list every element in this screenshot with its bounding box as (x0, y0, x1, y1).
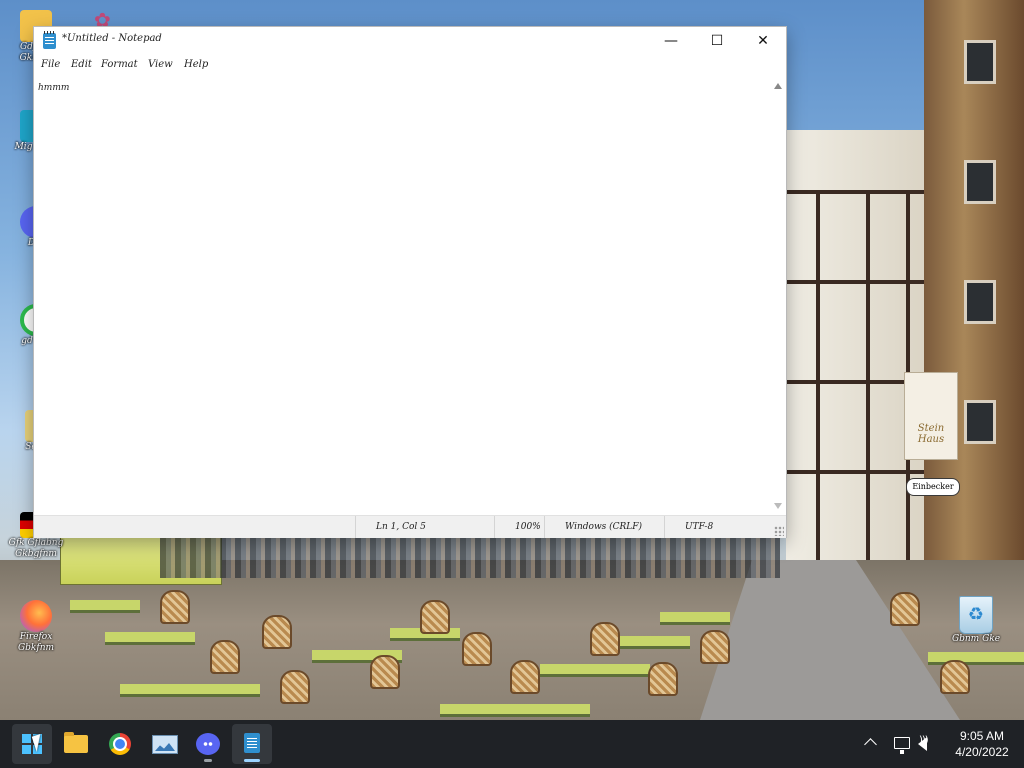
cafe-table (540, 664, 650, 677)
cafe-chair (370, 655, 400, 689)
menu-help[interactable]: Help (184, 59, 208, 70)
menu-edit[interactable]: Edit (71, 59, 92, 70)
taskbar-discord[interactable] (188, 724, 228, 764)
vertical-scrollbar[interactable] (770, 77, 786, 515)
cafe-chair (700, 630, 730, 664)
cafe-table (928, 652, 1024, 665)
cafe-chair (462, 632, 492, 666)
shop-banner: Stein Haus (904, 372, 958, 460)
chrome-icon (109, 733, 131, 755)
cafe-chair (262, 615, 292, 649)
taskbar-photos[interactable] (144, 724, 184, 764)
recycle-bin-icon: ♻ (959, 596, 993, 634)
lotus-icon: ✿ (94, 8, 111, 32)
menu-view[interactable]: View (148, 59, 173, 70)
cafe-table (440, 704, 590, 717)
menu-file[interactable]: File (41, 59, 60, 70)
cafe-chair (280, 670, 310, 704)
banner-text: Stein Haus (917, 423, 945, 445)
firefox-icon (20, 600, 52, 632)
cafe-chair (940, 660, 970, 694)
start-button[interactable] (12, 724, 52, 764)
status-encoding: UTF-8 (664, 516, 785, 538)
cafe-chair (590, 622, 620, 656)
window-title: *Untitled - Notepad (62, 33, 162, 44)
file-explorer-icon (64, 732, 88, 753)
desktop-icon-label: Gfk Gflabng Gkbgfnm (8, 538, 64, 559)
cafe-table (120, 684, 260, 697)
network-icon[interactable] (894, 737, 910, 754)
menu-bar: File Edit Format View Help (34, 55, 786, 77)
title-bar[interactable]: *Untitled - Notepad — ☐ ✕ (34, 27, 786, 55)
maximize-button[interactable]: ☐ (694, 27, 740, 55)
cafe-chair (210, 640, 240, 674)
volume-icon[interactable] (918, 735, 928, 751)
cafe-table (70, 600, 140, 613)
scroll-up-icon[interactable] (774, 83, 782, 89)
cafe-table (660, 612, 730, 625)
menu-format[interactable]: Format (101, 59, 138, 70)
show-hidden-icons-chevron-icon[interactable] (864, 738, 877, 751)
close-button[interactable]: ✕ (740, 27, 786, 55)
desktop-icon-firefox[interactable]: Firefox Gbkfnm (6, 600, 66, 654)
wallpaper-building (786, 130, 936, 570)
recycle-bin-label: Gbnm Gke (951, 634, 1001, 644)
cafe-chair (648, 662, 678, 696)
desktop-icon-recycle-bin[interactable]: ♻ Gbnm Gke (944, 596, 1008, 644)
clock[interactable]: 9:05 AM 4/20/2022 (944, 728, 1020, 760)
taskbar-notepad[interactable] (232, 724, 272, 764)
cafe-table (105, 632, 195, 645)
scroll-down-icon[interactable] (774, 503, 782, 509)
status-position: Ln 1, Col 5 (355, 516, 495, 538)
status-bar: Ln 1, Col 5 100% Windows (CRLF) UTF-8 (34, 515, 786, 538)
taskbar-chrome[interactable] (100, 724, 140, 764)
discord-icon (196, 733, 220, 755)
status-zoom: 100% (494, 516, 545, 538)
notepad-icon (244, 733, 260, 753)
cafe-chair (510, 660, 540, 694)
cafe-chair (890, 592, 920, 626)
wallpaper-crowd (160, 538, 780, 578)
status-line-ending: Windows (CRLF) (544, 516, 665, 538)
cafe-chair (160, 590, 190, 624)
editor-content[interactable]: hmmm (38, 83, 69, 93)
cafe-chair (420, 600, 450, 634)
minimize-button[interactable]: — (648, 27, 694, 55)
taskbar: 9:05 AM 4/20/2022 (0, 720, 1024, 768)
shop-sign: Einbecker (906, 478, 960, 496)
notepad-window: *Untitled - Notepad — ☐ ✕ File Edit Form… (34, 27, 786, 538)
taskbar-file-explorer[interactable] (56, 724, 96, 764)
text-editor[interactable]: hmmm (34, 77, 770, 515)
resize-grip-icon[interactable] (774, 526, 784, 536)
clock-date: 4/20/2022 (955, 745, 1009, 759)
notepad-icon (43, 31, 56, 49)
desktop-icon-label: Firefox Gbkfnm (17, 632, 55, 653)
clock-time: 9:05 AM (959, 729, 1005, 743)
photos-icon (152, 735, 178, 754)
